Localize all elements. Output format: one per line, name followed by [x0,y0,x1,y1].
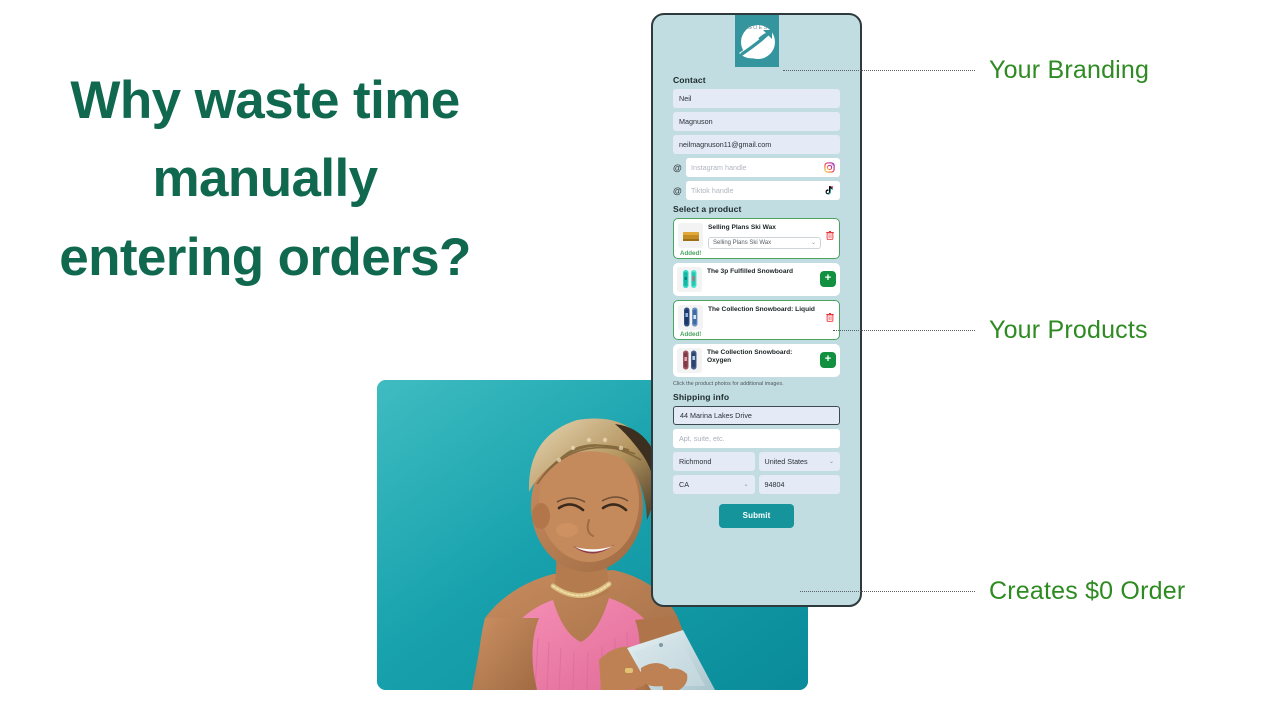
product-variant-select[interactable]: Selling Plans Ski Wax ⌄ [708,236,821,249]
chevron-down-icon: ⌄ [828,458,834,465]
product-row[interactable]: The 3p Fulfilled Snowboard + [673,262,840,296]
snowboard-blue-thumb[interactable] [678,304,703,330]
annotation-order: Creates $0 Order [800,577,1185,606]
state-select[interactable]: CA ⌄ [673,474,755,494]
chevron-down-icon: ⌄ [810,240,816,247]
headline-line-1: Why waste time [70,71,460,130]
brand-logo: GOES [729,15,785,71]
chevron-down-icon: ⌄ [743,481,749,488]
add-product-button[interactable]: + [820,352,836,369]
annotation-products: Your Products [833,316,1148,345]
leader-line [800,591,975,592]
variant-value: Selling Plans Ski Wax [713,239,772,246]
product-row[interactable]: The Collection Snowboard: Oxygen + [673,343,840,377]
annotation-label: Creates $0 Order [989,577,1186,605]
order-form-panel: GOES Contact Neil Magnuson neilmagnuson1… [651,13,862,607]
svg-text:GOES: GOES [747,25,768,31]
address-line1-input[interactable]: 44 Marina Lakes Drive [673,405,840,425]
product-name: The Collection Snowboard: Liquid [708,305,815,313]
leader-line [833,330,975,331]
zip-input[interactable]: 94804 [758,474,840,494]
slide-canvas: Why waste time manually entering orders? [0,0,1280,720]
submit-button[interactable]: Submit [719,503,794,528]
products-section-title: Select a product [673,204,742,214]
city-input[interactable]: Richmond [673,451,755,471]
product-details: Selling Plans Ski Wax Selling Plans Ski … [703,223,821,249]
product-action: + [817,352,836,369]
annotation-branding: Your Branding [783,56,1149,85]
city-country-row: Richmond United States ⌄ [673,451,840,471]
headline-line-3: entering orders? [59,227,471,287]
product-details: The Collection Snowboard: Liquid [703,305,821,315]
form-body: Contact Neil Magnuson neilmagnuson11@gma… [653,75,860,528]
leader-line [783,70,975,71]
product-details: The 3p Fulfilled Snowboard [702,267,817,277]
snowboard-teal-thumb[interactable] [677,266,702,292]
product-list: Selling Plans Ski Wax Selling Plans Ski … [673,218,840,377]
add-product-button[interactable]: + [820,271,836,288]
instagram-input[interactable]: Instagram handle [686,158,840,177]
product-action [821,230,835,242]
snowboard-red-thumb[interactable] [677,347,702,373]
product-action: + [817,271,836,288]
tiktok-input[interactable]: Tiktok handle [686,181,840,200]
shipping-section-title: Shipping info [673,391,730,402]
product-name: The 3p Fulfilled Snowboard [707,267,794,275]
tiktok-icon [824,185,835,196]
product-name: The Collection Snowboard: Oxygen [707,348,793,365]
page-title: Why waste time manually entering orders? [18,62,512,297]
at-icon-tiktok: @ [673,185,682,196]
added-badge: Added! [680,249,702,257]
product-details: The Collection Snowboard: Oxygen [702,348,817,366]
goes-logo-icon: GOES [734,15,779,67]
remove-product-button[interactable] [824,230,835,242]
last-name-input[interactable]: Magnuson [673,112,840,131]
at-icon-instagram: @ [673,162,682,173]
product-row[interactable]: Selling Plans Ski Wax Selling Plans Ski … [673,218,840,259]
state-zip-row: CA ⌄ 94804 [673,474,840,494]
country-select[interactable]: United States ⌄ [758,451,840,471]
instagram-row: @ Instagram handle [673,158,840,177]
product-row[interactable]: The Collection Snowboard: Liquid Added! [673,299,840,340]
tiktok-row: @ Tiktok handle [673,181,840,200]
address-line2-input[interactable]: Apt, suite, etc. [673,428,840,448]
tiktok-placeholder: Tiktok handle [691,186,734,195]
added-badge: Added! [680,330,702,338]
headline-line-2: manually [152,149,379,209]
country-value: United States [764,456,808,466]
annotation-label: Your Products [989,316,1148,344]
annotation-label: Your Branding [989,56,1150,84]
instagram-placeholder: Instagram handle [691,163,747,172]
product-helper-text: Click the product photos for additional … [673,380,784,387]
state-value: CA [679,479,689,489]
email-input[interactable]: neilmagnuson11@gmail.com [673,135,840,154]
product-name: Selling Plans Ski Wax [708,224,776,231]
first-name-input[interactable]: Neil [673,89,840,108]
ski-wax-thumb[interactable] [678,223,703,248]
instagram-icon [824,162,835,173]
